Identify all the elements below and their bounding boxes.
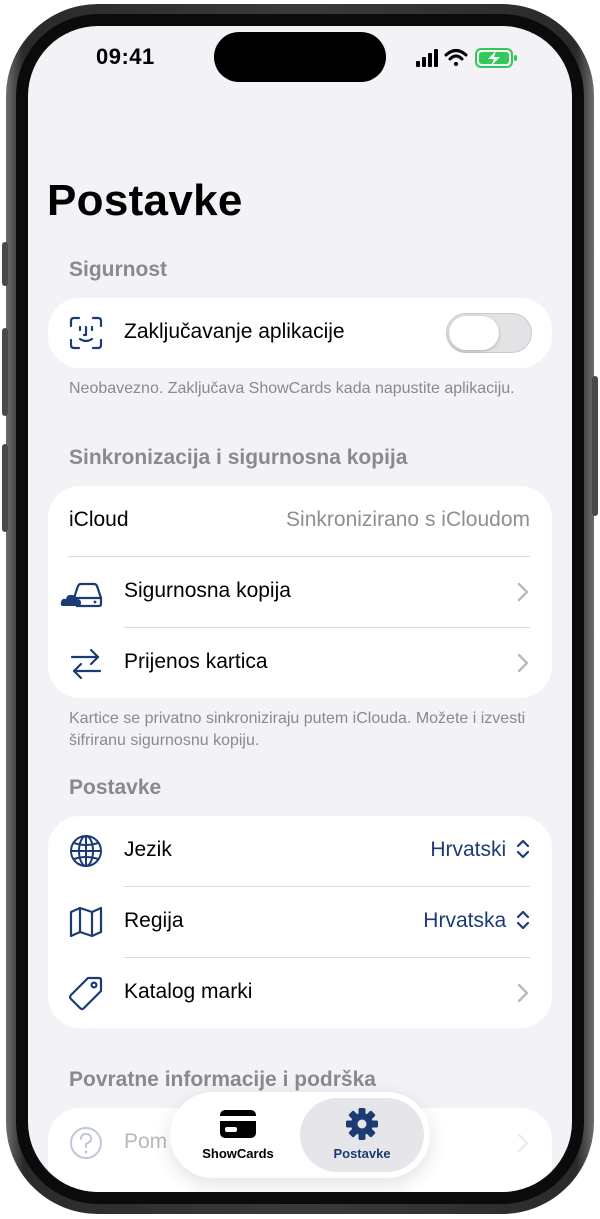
dynamic-island bbox=[214, 32, 386, 82]
icloud-label: iCloud bbox=[69, 508, 129, 531]
status-time: 09:41 bbox=[96, 44, 155, 69]
brand-catalog-row[interactable]: Katalog marki bbox=[48, 958, 552, 1028]
language-label: Jezik bbox=[124, 838, 172, 861]
transfer-row[interactable]: Prijenos kartica bbox=[48, 628, 552, 698]
screen: 09:41 Postavke Sigurnost Zaključavanje a… bbox=[28, 26, 572, 1192]
action-button bbox=[2, 242, 8, 286]
section-header-feedback: Povratne informacije i podrška bbox=[69, 1068, 376, 1091]
language-value-select[interactable]: Hrvatski bbox=[430, 838, 530, 862]
region-label: Regija bbox=[124, 909, 184, 932]
question-mark-icon bbox=[68, 1125, 104, 1161]
volume-up-button bbox=[2, 328, 8, 416]
section-header-sync: Sinkronizacija i sigurnosna kopija bbox=[69, 446, 408, 469]
chevron-right-icon bbox=[516, 981, 530, 1005]
tab-showcards[interactable]: ShowCards bbox=[176, 1098, 300, 1172]
icloud-status: Sinkronizirano s iCloudom bbox=[286, 508, 530, 531]
section-header-settings: Postavke bbox=[69, 776, 162, 799]
globe-icon bbox=[68, 833, 104, 869]
volume-down-button bbox=[2, 444, 8, 532]
face-id-icon bbox=[68, 315, 104, 351]
map-icon bbox=[68, 904, 104, 940]
language-row[interactable]: Jezik Hrvatski bbox=[48, 816, 552, 886]
app-lock-toggle[interactable] bbox=[446, 313, 532, 353]
region-value: Hrvatska bbox=[423, 909, 507, 932]
chevron-right-icon bbox=[516, 580, 530, 604]
gear-icon bbox=[344, 1108, 380, 1140]
signal-icon bbox=[416, 49, 438, 67]
cloud-drive-icon bbox=[60, 574, 104, 610]
tab-bar: ShowCards Postavke bbox=[170, 1092, 430, 1178]
icloud-row: iCloud Sinkronizirano s iCloudom bbox=[48, 486, 552, 556]
tag-icon bbox=[68, 975, 104, 1011]
sync-card: iCloud Sinkronizirano s iCloudom Sigurno… bbox=[48, 486, 552, 698]
tab-showcards-label: ShowCards bbox=[202, 1146, 274, 1161]
transfer-label: Prijenos kartica bbox=[124, 650, 268, 673]
page-title: Postavke bbox=[47, 176, 243, 225]
chevron-right-icon bbox=[516, 651, 530, 675]
updown-chevron-icon bbox=[516, 839, 530, 859]
backup-label: Sigurnosna kopija bbox=[124, 579, 291, 602]
help-label: Pom bbox=[124, 1130, 168, 1153]
security-footnote: Neobavezno. Zaključava ShowCards kada na… bbox=[69, 380, 515, 397]
chevron-right-icon bbox=[516, 1131, 530, 1155]
updown-chevron-icon bbox=[516, 910, 530, 930]
tab-postavke[interactable]: Postavke bbox=[300, 1098, 424, 1172]
section-header-security: Sigurnost bbox=[69, 258, 167, 281]
brand-catalog-label: Katalog marki bbox=[124, 980, 253, 1003]
tab-postavke-label: Postavke bbox=[333, 1146, 391, 1161]
toggle-knob bbox=[449, 316, 499, 350]
app-lock-row[interactable]: Zaključavanje aplikacije bbox=[48, 298, 552, 368]
region-value-select[interactable]: Hrvatska bbox=[423, 909, 530, 933]
region-row[interactable]: Regija Hrvatska bbox=[48, 887, 552, 957]
language-value: Hrvatski bbox=[430, 838, 507, 861]
transfer-arrows-icon bbox=[68, 645, 104, 681]
security-card: Zaključavanje aplikacije bbox=[48, 298, 552, 368]
status-icons bbox=[416, 46, 528, 70]
power-button bbox=[592, 376, 598, 516]
backup-row[interactable]: Sigurnosna kopija bbox=[48, 557, 552, 627]
sync-footnote: Kartice se privatno sinkroniziraju putem… bbox=[69, 710, 526, 749]
card-icon bbox=[220, 1108, 256, 1140]
app-lock-label: Zaključavanje aplikacije bbox=[124, 320, 345, 343]
settings-card: Jezik Hrvatski Regija Hrvatska Katalog m… bbox=[48, 816, 552, 1028]
battery-charging-icon bbox=[475, 48, 517, 68]
wifi-icon bbox=[444, 49, 468, 66]
